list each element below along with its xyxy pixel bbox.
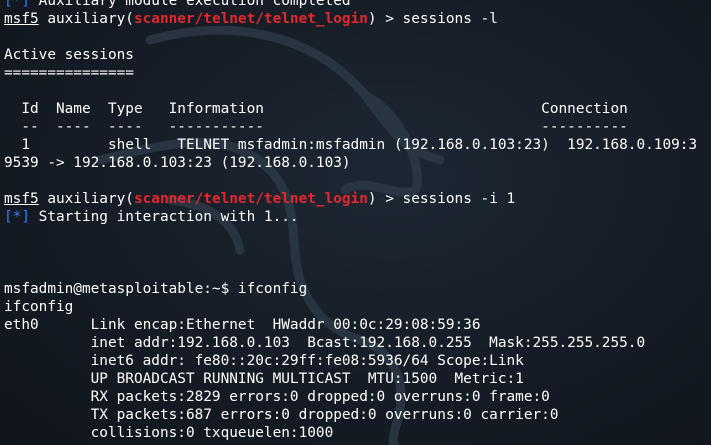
- terminal-text: 9539 -> 192.168.0.103:23 (192.168.0.103): [4, 155, 351, 171]
- terminal-line: UP BROADCAST RUNNING MULTICAST MTU:1500 …: [4, 370, 711, 388]
- terminal-text: Active sessions: [4, 47, 134, 63]
- terminal-line: RX packets:2829 errors:0 dropped:0 overr…: [4, 388, 711, 406]
- terminal-line: 9539 -> 192.168.0.103:23 (192.168.0.103): [4, 154, 711, 172]
- terminal-text: RX packets:2829 errors:0 dropped:0 overr…: [4, 389, 550, 405]
- terminal-line: Id Name Type Information Connection: [4, 100, 711, 118]
- terminal-text: inet6 addr: fe80::20c:29ff:fe08:5936/64 …: [4, 353, 524, 369]
- terminal-text: Starting interaction with 1...: [30, 209, 299, 225]
- terminal-text: 1 shell TELNET msfadmin:msfadmin (192.16…: [4, 137, 698, 153]
- terminal-line: msf5 auxiliary(scanner/telnet/telnet_log…: [4, 190, 711, 208]
- terminal-line: TX packets:687 errors:0 dropped:0 overru…: [4, 406, 711, 424]
- terminal-line: Active sessions: [4, 46, 711, 64]
- terminal-line: eth0 Link encap:Ethernet HWaddr 00:0c:29…: [4, 316, 711, 334]
- terminal-text: UP BROADCAST RUNNING MULTICAST MTU:1500 …: [4, 371, 524, 387]
- terminal-text: -- ---- ---- ----------- ----------: [4, 119, 628, 135]
- status-marker: [*]: [4, 0, 30, 9]
- terminal-text: Id Name Type Information Connection: [4, 101, 628, 117]
- prompt-label: msf5: [4, 11, 39, 27]
- terminal-text: TX packets:687 errors:0 dropped:0 overru…: [4, 407, 559, 423]
- terminal-text: auxiliary(: [38, 11, 134, 27]
- terminal-text: msfadmin@metasploitable:~$ ifconfig: [4, 281, 308, 297]
- terminal-text: ifconfig: [4, 299, 74, 315]
- terminal-line: inet6 addr: fe80::20c:29ff:fe08:5936/64 …: [4, 352, 711, 370]
- terminal-line: [*] Auxiliary module execution completed: [4, 0, 711, 10]
- terminal-text: ===============: [4, 65, 134, 81]
- terminal-window[interactable]: [*] Auxiliary module execution completed…: [0, 0, 711, 445]
- terminal-text: ) > sessions -l: [367, 11, 498, 27]
- terminal-text: collisions:0 txqueuelen:1000: [4, 425, 334, 441]
- terminal-line: 1 shell TELNET msfadmin:msfadmin (192.16…: [4, 136, 711, 154]
- terminal-line: [*] Starting interaction with 1...: [4, 208, 711, 226]
- terminal-text: auxiliary(: [38, 191, 134, 207]
- terminal-text: inet addr:192.168.0.103 Bcast:192.168.0.…: [4, 335, 646, 351]
- terminal-line: ifconfig: [4, 298, 711, 316]
- terminal-output: [*] Auxiliary module execution completed…: [4, 0, 711, 442]
- terminal-line: collisions:0 txqueuelen:1000: [4, 424, 711, 442]
- terminal-line: ===============: [4, 64, 711, 82]
- terminal-line: msf5 auxiliary(scanner/telnet/telnet_log…: [4, 10, 711, 28]
- terminal-line: -- ---- ---- ----------- ----------: [4, 118, 711, 136]
- terminal-text: eth0 Link encap:Ethernet HWaddr 00:0c:29…: [4, 317, 481, 333]
- terminal-text: Auxiliary module execution completed: [30, 0, 351, 9]
- prompt-label: msf5: [4, 191, 39, 207]
- terminal-line: msfadmin@metasploitable:~$ ifconfig: [4, 280, 711, 298]
- status-marker: [*]: [4, 209, 30, 225]
- terminal-line: inet addr:192.168.0.103 Bcast:192.168.0.…: [4, 334, 711, 352]
- module-name: scanner/telnet/telnet_login: [133, 11, 368, 27]
- terminal-text: ) > sessions -i 1: [367, 191, 516, 207]
- module-name: scanner/telnet/telnet_login: [133, 191, 368, 207]
